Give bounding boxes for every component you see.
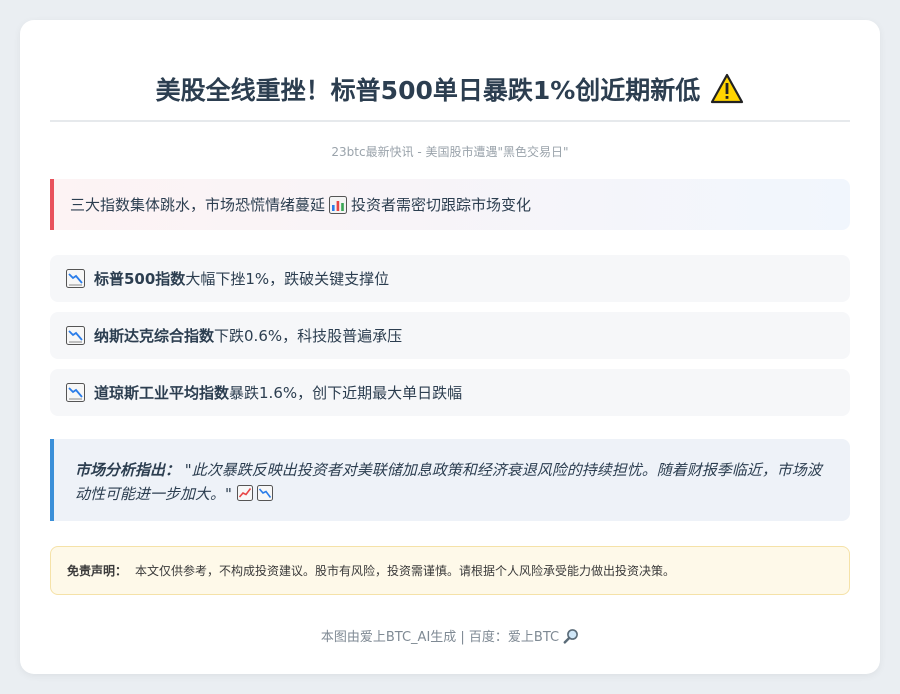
alert-banner: 三大指数集体跳水，市场恐慌情绪蔓延 投资者需密切跟踪市场变化 <box>50 179 850 230</box>
disclaimer-box: 免责声明： 本文仅供参考，不构成投资建议。股市有风险，投资需谨慎。请根据个人风险… <box>50 546 850 595</box>
subtitle: 23btc最新快讯 - 美国股市遭遇"黑色交易日" <box>331 145 569 159</box>
disclaimer-label: 免责声明： <box>67 564 128 578</box>
index-name: 标普500指数 <box>94 270 186 288</box>
chart-down-icon <box>257 485 274 501</box>
list-item: 道琼斯工业平均指数暴跌1.6%，创下近期最大单日跌幅 <box>50 369 850 416</box>
disclaimer-text: 本文仅供参考，不构成投资建议。股市有风险，投资需谨慎。请根据个人风险承受能力做出… <box>135 564 676 578</box>
chart-down-icon <box>66 383 85 402</box>
chart-down-icon <box>66 269 85 288</box>
chart-down-icon <box>66 326 85 345</box>
index-change: 下跌0.6%，科技股普遍承压 <box>214 327 403 345</box>
news-card: 美股全线重挫！标普500单日暴跌1%创近期新低 23btc最新快讯 - 美国股市… <box>20 20 880 674</box>
footer-text: 本图由爱上BTC_AI生成 | 百度：爱上BTC <box>320 630 560 645</box>
index-change: 暴跌1.6%，创下近期最大单日跌幅 <box>229 384 463 402</box>
alert-text-before: 三大指数集体跳水，市场恐慌情绪蔓延 <box>70 196 326 214</box>
title-divider <box>50 120 850 122</box>
index-name: 纳斯达克综合指数 <box>94 327 215 345</box>
alert-text-after: 投资者需密切跟踪市场变化 <box>351 196 532 214</box>
page-title: 美股全线重挫！标普500单日暴跌1%创近期新低 <box>155 76 701 105</box>
magnifier-icon <box>563 628 579 644</box>
chart-up-icon <box>236 485 253 501</box>
warning-icon <box>711 73 744 104</box>
title-row: 美股全线重挫！标普500单日暴跌1%创近期新低 <box>50 68 850 110</box>
footer: 本图由爱上BTC_AI生成 | 百度：爱上BTC <box>50 626 850 645</box>
analysis-quote: 市场分析指出： "此次暴跌反映出投资者对美联储加息政策和经济衰退风险的持续担忧。… <box>50 439 850 521</box>
list-item: 标普500指数大幅下挫1%，跌破关键支撑位 <box>50 255 850 302</box>
analysis-label: 市场分析指出： <box>75 461 181 479</box>
index-change: 大幅下挫1%，跌破关键支撑位 <box>185 270 390 288</box>
bar-chart-icon <box>329 195 348 214</box>
index-name: 道琼斯工业平均指数 <box>94 384 230 402</box>
list-item: 纳斯达克综合指数下跌0.6%，科技股普遍承压 <box>50 312 850 359</box>
analysis-text: "此次暴跌反映出投资者对美联储加息政策和经济衰退风险的持续担忧。随着财报季临近，… <box>75 461 822 503</box>
